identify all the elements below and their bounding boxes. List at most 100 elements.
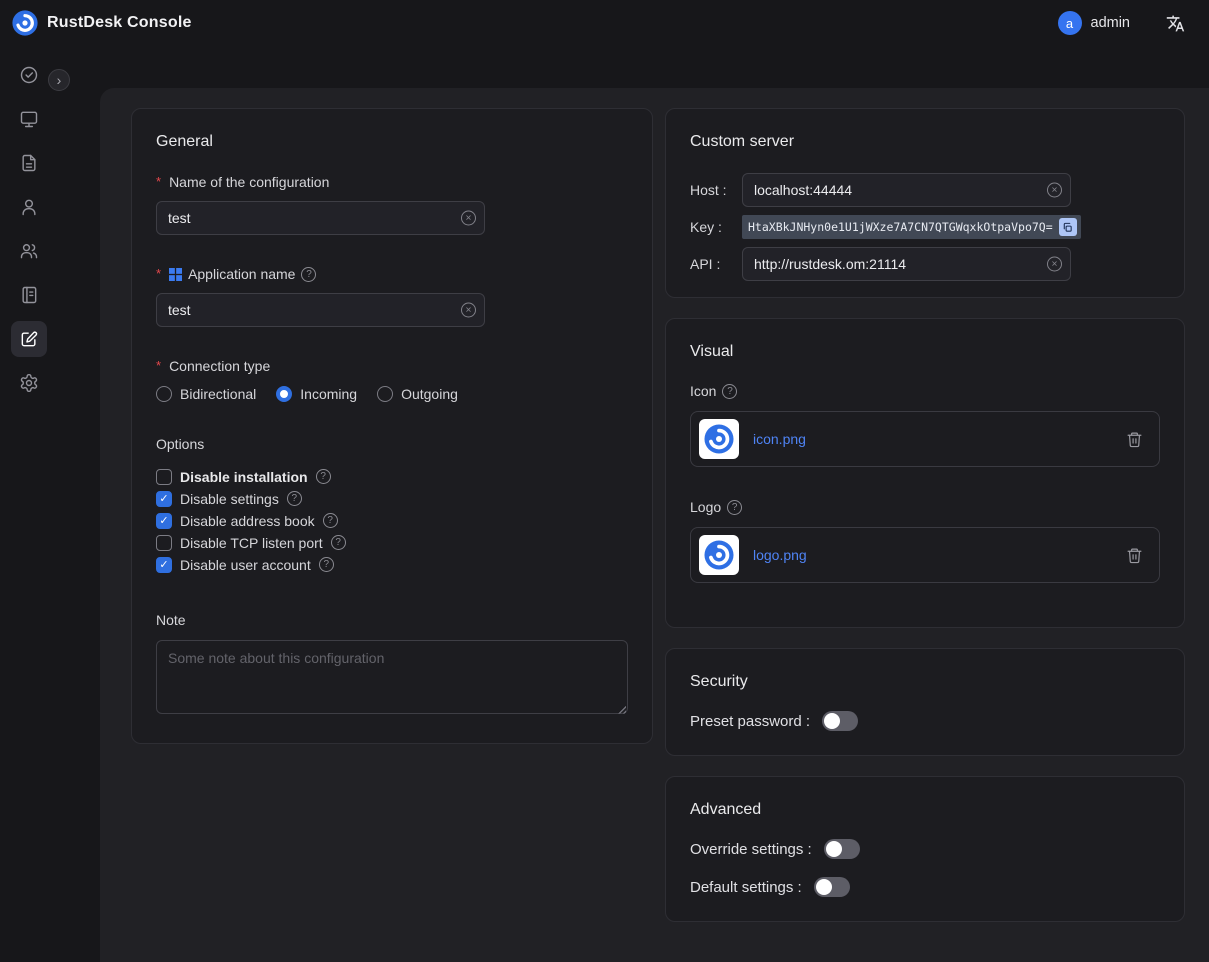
radio-bidirectional[interactable]: Bidirectional — [156, 386, 256, 402]
config-name-field: ✕ — [156, 201, 485, 235]
icon-label: Icon — [690, 383, 716, 399]
visual-title: Visual — [690, 343, 1160, 361]
note-textarea[interactable] — [156, 640, 628, 714]
checkbox-icon[interactable]: ✓ — [156, 491, 172, 507]
required-marker: * — [156, 265, 161, 283]
key-value: HtaXBkJNHyn0e1U1jWXze7A7CN7QTGWqxkOtpaVp… — [748, 220, 1053, 234]
sidebar-item-dashboard[interactable] — [11, 57, 47, 93]
app-name-label: Application name — [188, 266, 295, 282]
option-label: Disable address book — [180, 513, 315, 529]
host-row: Host : ✕ — [690, 173, 1160, 207]
security-card: Security Preset password : — [665, 648, 1185, 756]
sidebar-item-audit-log[interactable] — [11, 277, 47, 313]
logo-file-link[interactable]: logo.png — [753, 547, 1112, 563]
help-icon[interactable]: ? — [319, 557, 334, 572]
icon-upload-box: icon.png — [690, 411, 1160, 467]
required-marker: * — [156, 357, 161, 375]
sidebar-item-groups[interactable] — [11, 233, 47, 269]
brand: RustDesk Console — [12, 10, 192, 36]
help-icon[interactable]: ? — [727, 500, 742, 515]
app-title: RustDesk Console — [47, 14, 192, 32]
clear-icon[interactable]: ✕ — [461, 303, 476, 318]
radio-dot-icon[interactable] — [156, 386, 172, 402]
logo-label: Logo — [690, 499, 721, 515]
sidebar-nav — [0, 46, 58, 914]
clear-icon[interactable]: ✕ — [1047, 183, 1062, 198]
radio-dot-icon[interactable] — [276, 386, 292, 402]
radio-label: Bidirectional — [180, 386, 256, 402]
radio-incoming[interactable]: Incoming — [276, 386, 357, 402]
copy-icon[interactable] — [1059, 218, 1077, 236]
sidebar-item-users[interactable] — [11, 189, 47, 225]
advanced-title: Advanced — [690, 801, 1160, 819]
user-name[interactable]: admin — [1091, 15, 1131, 31]
general-title: General — [156, 133, 628, 151]
radio-outgoing[interactable]: Outgoing — [377, 386, 458, 402]
radio-label: Incoming — [300, 386, 357, 402]
config-name-input[interactable] — [156, 201, 485, 235]
host-input[interactable] — [742, 173, 1071, 207]
key-value-box: HtaXBkJNHyn0e1U1jWXze7A7CN7QTGWqxkOtpaVp… — [742, 215, 1081, 239]
toggle-knob — [816, 879, 832, 895]
host-field: ✕ — [742, 173, 1071, 207]
user-icon — [19, 197, 39, 217]
default-settings-row: Default settings : — [690, 877, 1160, 897]
header-right: a admin — [1058, 11, 1186, 35]
help-icon[interactable]: ? — [722, 384, 737, 399]
app-header: RustDesk Console a admin — [0, 0, 1209, 46]
connection-type-label: Connection type — [169, 358, 270, 374]
connection-type-label-row: * Connection type — [156, 357, 628, 375]
note-field — [156, 640, 628, 719]
app-name-input[interactable] — [156, 293, 485, 327]
preset-password-label: Preset password : — [690, 713, 810, 730]
custom-server-card: Custom server Host : ✕ Key : HtaXBkJNHyn… — [665, 108, 1185, 298]
sidebar-item-devices[interactable] — [11, 101, 47, 137]
help-icon[interactable]: ? — [323, 513, 338, 528]
trash-icon[interactable] — [1126, 431, 1143, 448]
checkbox-icon[interactable] — [156, 535, 172, 551]
sidebar-expand-button[interactable]: › — [48, 69, 70, 91]
trash-icon[interactable] — [1126, 547, 1143, 564]
help-icon[interactable]: ? — [301, 267, 316, 282]
default-settings-toggle[interactable] — [814, 877, 850, 897]
sidebar-item-settings[interactable] — [11, 365, 47, 401]
custom-server-title: Custom server — [690, 133, 1160, 151]
checkbox-icon[interactable] — [156, 469, 172, 485]
toggle-knob — [824, 713, 840, 729]
user-avatar[interactable]: a — [1058, 11, 1082, 35]
icon-file-link[interactable]: icon.png — [753, 431, 1112, 447]
api-input[interactable] — [742, 247, 1071, 281]
windows-logo-icon — [169, 268, 182, 281]
help-icon[interactable]: ? — [331, 535, 346, 550]
api-label: API : — [690, 256, 742, 272]
radio-dot-icon[interactable] — [377, 386, 393, 402]
app-name-label-row: * Application name ? — [156, 265, 628, 283]
logo-upload-box: logo.png — [690, 527, 1160, 583]
override-settings-row: Override settings : — [690, 839, 1160, 859]
preset-password-row: Preset password : — [690, 711, 1160, 731]
sidebar-item-custom-clients[interactable] — [11, 321, 47, 357]
users-icon — [19, 241, 39, 261]
default-settings-label: Default settings : — [690, 879, 802, 896]
override-settings-toggle[interactable] — [824, 839, 860, 859]
option-label: Disable settings — [180, 491, 279, 507]
clear-icon[interactable]: ✕ — [461, 211, 476, 226]
option-disable-address-book: ✓ Disable address book ? — [156, 510, 628, 532]
checkbox-icon[interactable]: ✓ — [156, 557, 172, 573]
option-label: Disable installation — [180, 469, 308, 485]
option-label: Disable TCP listen port — [180, 535, 323, 551]
sidebar-item-documents[interactable] — [11, 145, 47, 181]
visual-card: Visual Icon ? icon.png Logo ? — [665, 318, 1185, 628]
help-icon[interactable]: ? — [287, 491, 302, 506]
preset-password-toggle[interactable] — [822, 711, 858, 731]
help-icon[interactable]: ? — [316, 469, 331, 484]
config-name-label-row: * Name of the configuration — [156, 173, 628, 191]
clear-icon[interactable]: ✕ — [1047, 257, 1062, 272]
language-translate-icon[interactable] — [1166, 14, 1185, 33]
checkbox-icon[interactable]: ✓ — [156, 513, 172, 529]
app-name-field: ✕ — [156, 293, 485, 327]
left-column: General * Name of the configuration ✕ * … — [131, 108, 653, 744]
note-label: Note — [156, 612, 628, 628]
main-content: General * Name of the configuration ✕ * … — [100, 88, 1209, 962]
general-card: General * Name of the configuration ✕ * … — [131, 108, 653, 744]
